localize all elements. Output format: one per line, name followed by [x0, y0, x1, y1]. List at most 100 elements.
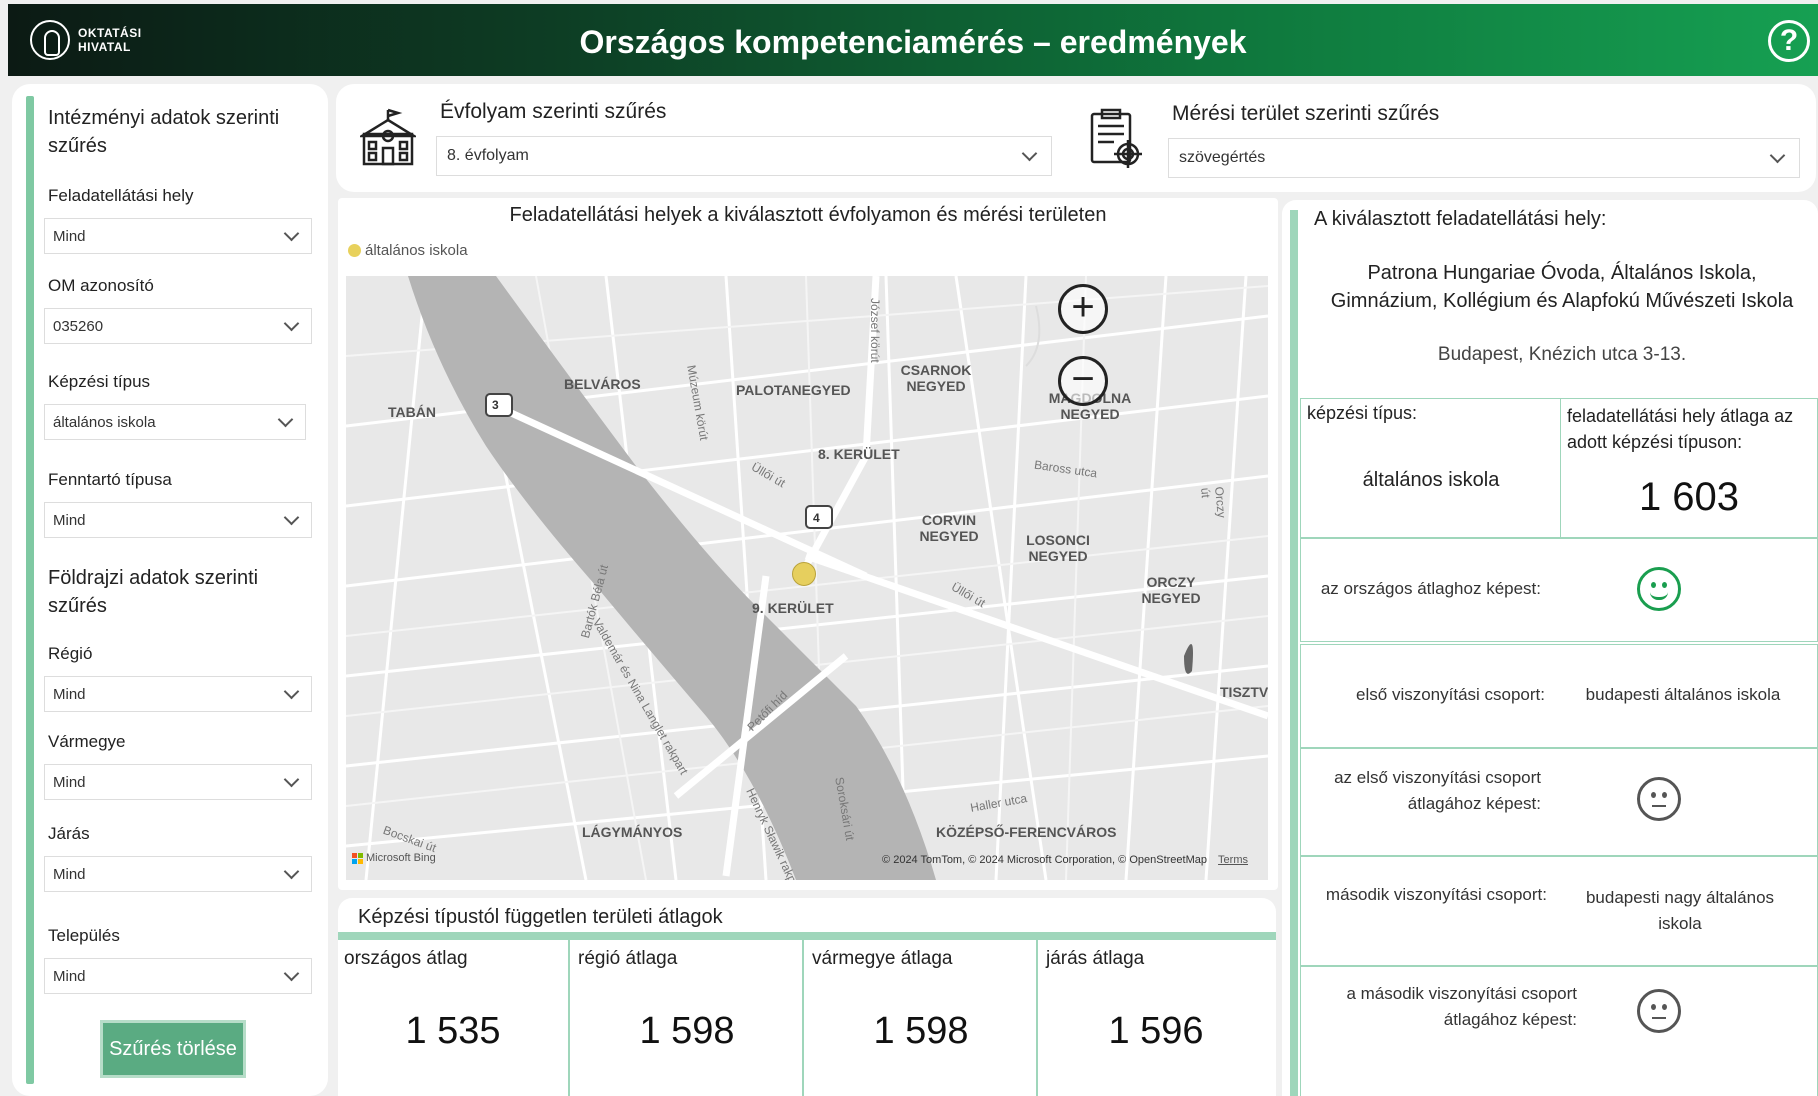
chevron-down-icon	[277, 411, 294, 427]
map-label-corvin: CORVIN NEGYED	[919, 512, 979, 544]
site-average-value: 1 603	[1638, 475, 1740, 519]
geo-filter-heading: Földrajzi adatok szerinti szűrés	[48, 567, 259, 617]
chevron-down-icon	[283, 771, 300, 787]
om-id-select[interactable]: 035260	[44, 308, 312, 344]
chevron-down-icon	[1021, 145, 1038, 161]
street-jozsef-korut: József körút	[868, 298, 882, 363]
region-average-value: 1 598	[639, 1010, 735, 1052]
settlement-select[interactable]: Mind	[44, 958, 312, 994]
selected-site-panel: A kiválasztott feladatellátási hely: Pat…	[1282, 200, 1818, 1096]
national-comparison-label: az országos átlaghoz képest:	[1320, 579, 1541, 598]
bing-logo: Microsoft Bing	[352, 852, 436, 864]
county-average-value: 1 598	[873, 1010, 969, 1052]
area-filter-title: Mérési terület szerinti szűrés	[1172, 102, 1440, 125]
national-average-value: 1 535	[405, 1010, 501, 1052]
filter-label-county: Vármegye	[48, 732, 126, 751]
chevron-down-icon	[283, 863, 300, 879]
school-location-marker[interactable]	[792, 562, 816, 586]
averages-title: Képzési típustól független területi átla…	[358, 906, 723, 928]
map-label-csarnok: CSARNOK NEGYED	[900, 362, 972, 394]
filter-label-om: OM azonosító	[48, 276, 154, 295]
region-select-value: Mind	[53, 685, 86, 703]
site-average-label: feladatellátási hely átlaga az adott kép…	[1567, 406, 1794, 452]
filter-label-site: Feladatellátási hely	[48, 186, 194, 205]
bing-text: Microsoft Bing	[366, 852, 436, 864]
filter-label-maintainer: Fenntartó típusa	[48, 470, 172, 489]
chevron-down-icon	[283, 315, 300, 331]
clear-filters-button[interactable]: Szűrés törlése	[100, 1020, 246, 1078]
training-type-value: általános iskola	[1362, 469, 1500, 491]
training-type-select[interactable]: általános iskola	[44, 404, 306, 440]
group2-comparison-label: a második viszonyítási csoport átlagához…	[1346, 984, 1577, 1029]
help-button[interactable]: ?	[1768, 20, 1810, 62]
filter-label-district: Járás	[48, 824, 90, 843]
district-select-value: Mind	[53, 865, 86, 883]
filter-sidebar: Intézményi adatok szerinti szűrés Felada…	[12, 84, 328, 1096]
map-label-lagymanyos: LÁGYMÁNYOS	[582, 824, 683, 840]
district-average-label: járás átlaga	[1046, 948, 1145, 969]
group1-row: első viszonyítási csoport: budapesti ált…	[1300, 644, 1818, 748]
map-label-taban: TABÁN	[388, 404, 436, 420]
map-panel: Feladatellátási helyek a kiválasztott év…	[338, 198, 1278, 890]
county-average-label: vármegye átlaga	[812, 948, 953, 969]
clipboard-target-icon	[1090, 108, 1142, 168]
county-select[interactable]: Mind	[44, 764, 312, 800]
map-label-palotanegyed: PALOTANEGYED	[736, 382, 851, 398]
grade-filter-title: Évfolyam szerinti szűrés	[440, 100, 667, 123]
filter-label-training-type: Képzési típus	[48, 372, 151, 391]
route-badge-4: 4	[813, 511, 820, 525]
group1-comparison-label: az első viszonyítási csoport átlagához k…	[1334, 768, 1541, 813]
county-select-value: Mind	[53, 773, 86, 791]
school-building-icon	[360, 108, 416, 166]
street-orczy-ut: Orczy út	[1198, 486, 1229, 519]
route-badge-3: 3	[492, 398, 499, 412]
zoom-in-button[interactable]: +	[1058, 284, 1108, 334]
site-select[interactable]: Mind	[44, 218, 312, 254]
group2-label: második viszonyítási csoport:	[1325, 885, 1547, 904]
legend-dot-icon	[348, 244, 361, 257]
terms-link[interactable]: Terms	[1218, 854, 1248, 866]
averages-separator	[338, 932, 1276, 940]
county-average-card: vármegye átlaga 1 598	[806, 940, 1038, 1096]
map-label-losonci: LOSONCI NEGYED	[1026, 532, 1090, 564]
measurement-area-select[interactable]: szövegértés	[1168, 138, 1800, 178]
map-canvas[interactable]: 3 4 BELVÁROS PALOTANEGYED CSARNOK NEGYED…	[346, 276, 1268, 880]
om-id-select-value: 035260	[53, 317, 104, 335]
filter-label-region: Régió	[48, 644, 93, 663]
app-header: OKTATÁSI HIVATAL Országos kompetenciamér…	[8, 4, 1818, 76]
map-label-8-kerulet: 8. KERÜLET	[818, 446, 900, 462]
measurement-area-select-value: szövegértés	[1179, 149, 1266, 166]
group1-value: budapesti általános iskola	[1585, 685, 1781, 704]
grade-select[interactable]: 8. évfolyam	[436, 136, 1052, 176]
map-label-orczy: ORCZY NEGYED	[1141, 574, 1201, 606]
chevron-down-icon	[283, 683, 300, 699]
region-average-card: régió átlaga 1 598	[572, 940, 804, 1096]
school-name-line1: Patrona Hungariae Óvoda, Általános Iskol…	[1367, 262, 1757, 284]
training-type-select-value: általános iskola	[53, 413, 156, 431]
maintainer-type-select-value: Mind	[53, 511, 86, 529]
chevron-down-icon	[283, 965, 300, 981]
grade-select-value: 8. évfolyam	[447, 147, 529, 164]
map-label-kozepso-ferencvaros: KÖZÉPSŐ-FERENCVÁROS	[936, 824, 1117, 840]
legend-label: általános iskola	[365, 242, 468, 259]
attribution-text: © 2024 TomTom, © 2024 Microsoft Corporat…	[882, 854, 1207, 866]
group2-comparison-row: a második viszonyítási csoport átlagához…	[1300, 966, 1818, 1096]
district-select[interactable]: Mind	[44, 856, 312, 892]
school-address: Budapest, Knézich utca 3-13.	[1437, 344, 1687, 365]
filter-label-settlement: Település	[48, 926, 120, 945]
top-filter-bar: Évfolyam szerinti szűrés 8. évfolyam Mér…	[336, 84, 1816, 192]
school-name-line2: Gimnázium, Kollégium és Alapfokú Művésze…	[1330, 290, 1794, 312]
national-average-card: országos átlag 1 535	[338, 940, 570, 1096]
group1-label: első viszonyítási csoport:	[1356, 685, 1545, 704]
chevron-down-icon	[283, 225, 300, 241]
group1-comparison-row: az első viszonyítási csoport átlagához k…	[1300, 748, 1818, 856]
zoom-out-button[interactable]: −	[1058, 356, 1108, 406]
neutral-face-icon	[1637, 777, 1681, 821]
region-select[interactable]: Mind	[44, 676, 312, 712]
maintainer-type-select[interactable]: Mind	[44, 502, 312, 538]
site-select-value: Mind	[53, 227, 86, 245]
site-average-cell: feladatellátási hely átlaga az adott kép…	[1560, 398, 1818, 538]
chevron-down-icon	[283, 509, 300, 525]
happy-face-icon	[1637, 567, 1681, 611]
national-average-label: országos átlag	[344, 948, 468, 969]
